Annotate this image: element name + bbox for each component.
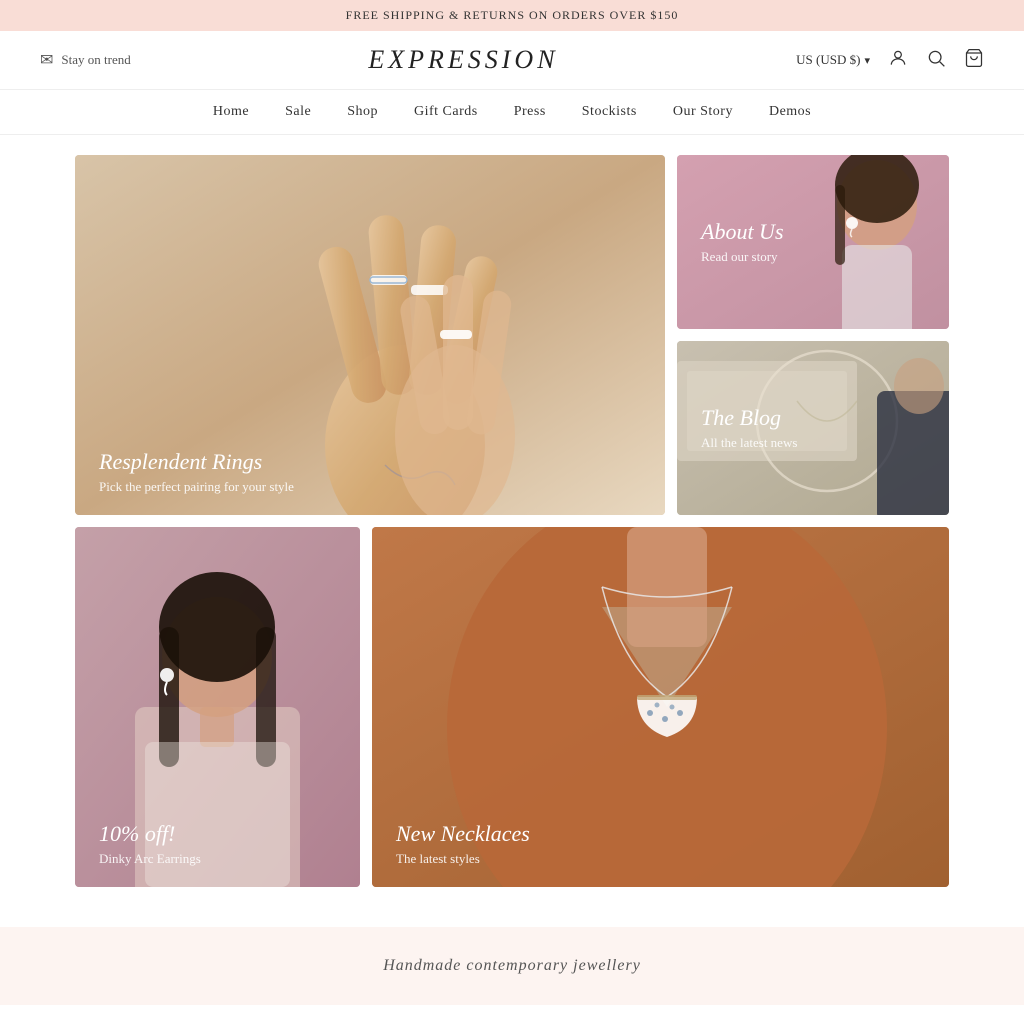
newsletter-area[interactable]: Stay on trend — [40, 50, 131, 70]
nav-item-giftcards[interactable]: Gift Cards — [414, 104, 478, 120]
earrings-badge: 10% off! — [99, 821, 336, 847]
rings-title: Resplendent Rings — [99, 449, 641, 475]
right-column: About Us Read our story — [677, 155, 949, 515]
header: Stay on trend EXPRESSION US (USD $) — [0, 31, 1024, 90]
envelope-icon — [40, 50, 53, 70]
nav-item-stockists[interactable]: Stockists — [582, 104, 637, 120]
rings-subtitle: Pick the perfect pairing for your style — [99, 479, 641, 495]
search-icon[interactable] — [926, 48, 946, 73]
header-right: US (USD $) — [796, 48, 984, 73]
nav-item-demos[interactable]: Demos — [769, 104, 811, 120]
footer-tagline-text: Handmade contemporary jewellery — [383, 957, 641, 974]
earrings-title: Dinky Arc Earrings — [99, 851, 336, 867]
about-card-label: About Us Read our story — [677, 155, 949, 329]
blog-subtitle: All the latest news — [701, 435, 925, 451]
bottom-row: 10% off! Dinky Arc Earrings — [75, 527, 949, 887]
nav-item-home[interactable]: Home — [213, 104, 249, 120]
about-card[interactable]: About Us Read our story — [677, 155, 949, 329]
nav-item-ourstory[interactable]: Our Story — [673, 104, 733, 120]
rings-card[interactable]: Resplendent Rings Pick the perfect pairi… — [75, 155, 665, 515]
nav-item-shop[interactable]: Shop — [347, 104, 378, 120]
blog-card[interactable]: The Blog All the latest news — [677, 341, 949, 515]
necklaces-card[interactable]: New Necklaces The latest styles — [372, 527, 949, 887]
currency-selector[interactable]: US (USD $) — [796, 52, 870, 68]
top-row: Resplendent Rings Pick the perfect pairi… — [75, 155, 949, 515]
necklaces-card-label: New Necklaces The latest styles — [372, 801, 949, 887]
announcement-text: FREE SHIPPING & RETURNS ON ORDERS OVER $… — [346, 8, 679, 22]
about-subtitle: Read our story — [701, 249, 925, 265]
bag-icon[interactable] — [964, 48, 984, 73]
main-nav: Home Sale Shop Gift Cards Press Stockist… — [0, 90, 1024, 135]
blog-title: The Blog — [701, 405, 925, 431]
about-title: About Us — [701, 219, 925, 245]
blog-card-label: The Blog All the latest news — [677, 341, 949, 515]
footer-tagline-area: Handmade contemporary jewellery — [0, 927, 1024, 1005]
user-icon[interactable] — [888, 48, 908, 73]
earrings-card[interactable]: 10% off! Dinky Arc Earrings — [75, 527, 360, 887]
announcement-bar: FREE SHIPPING & RETURNS ON ORDERS OVER $… — [0, 0, 1024, 31]
necklaces-title: New Necklaces — [396, 821, 925, 847]
necklaces-subtitle: The latest styles — [396, 851, 925, 867]
main-content: Resplendent Rings Pick the perfect pairi… — [0, 135, 1024, 907]
rings-card-label: Resplendent Rings Pick the perfect pairi… — [75, 429, 665, 515]
nav-item-sale[interactable]: Sale — [285, 104, 311, 120]
site-logo[interactable]: EXPRESSION — [368, 45, 558, 75]
newsletter-label: Stay on trend — [61, 52, 130, 68]
earrings-card-label: 10% off! Dinky Arc Earrings — [75, 801, 360, 887]
nav-item-press[interactable]: Press — [514, 104, 546, 120]
